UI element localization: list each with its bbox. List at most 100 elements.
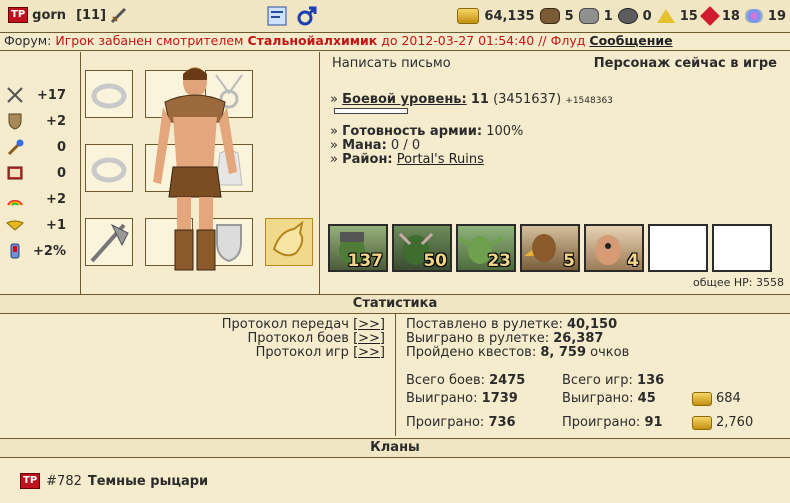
ore-icon bbox=[578, 8, 599, 24]
statistics-panel: Поставлено в рулетке: 40,150 Выиграно в … bbox=[396, 314, 790, 436]
district-row: » Район: Portal's Ruins bbox=[330, 152, 484, 167]
army-ready-row: » Готовность армии: 100% bbox=[330, 124, 524, 139]
protocol-games: Протокол игр [>>] bbox=[255, 345, 385, 360]
res-mercury: 0 bbox=[642, 8, 652, 24]
army-unit-orc-chieftain[interactable]: 137 bbox=[328, 224, 388, 272]
gold-icon bbox=[692, 391, 712, 406]
army-unit-orc-warrior[interactable]: 50 bbox=[392, 224, 452, 272]
pegasus-icon bbox=[272, 220, 304, 257]
clans-header: Кланы bbox=[0, 438, 790, 458]
axe-icon bbox=[90, 223, 129, 263]
battles-won: Выиграно: 1739 bbox=[406, 391, 518, 406]
forum-ban-line: Форум: Игрок забанен смотрителем Стально… bbox=[0, 33, 790, 51]
bullet-icon: » bbox=[330, 124, 338, 139]
clan-id[interactable]: #782 bbox=[46, 474, 82, 489]
res-ore: 1 bbox=[603, 8, 613, 24]
mana-row: » Мана: 0 / 0 bbox=[330, 138, 421, 153]
roulette-bet: Поставлено в рулетке: 40,150 bbox=[406, 317, 618, 332]
army-unit-goblin[interactable]: 23 bbox=[456, 224, 516, 272]
ring-icon bbox=[91, 157, 127, 183]
army-unit-cyclops[interactable]: 4 bbox=[584, 224, 644, 272]
res-sulfur: 15 bbox=[679, 8, 698, 24]
crystal-icon bbox=[699, 6, 720, 26]
battles-total: Всего боев: 2475 bbox=[406, 373, 526, 388]
res-gold: 64,135 bbox=[484, 8, 535, 24]
district-link[interactable]: Portal's Ruins bbox=[397, 152, 484, 167]
total-hp: общее HP: 3558 bbox=[692, 276, 784, 289]
moderator-name[interactable]: Стальнойалхимик bbox=[247, 33, 377, 48]
gold-icon bbox=[692, 415, 712, 430]
army-slot-empty bbox=[648, 224, 708, 272]
games-total: Всего игр: 136 bbox=[562, 373, 665, 388]
ban-until: до 2012-03-27 01:54:40 // Флуд bbox=[381, 33, 586, 48]
combat-level-value: 11 bbox=[470, 92, 489, 107]
initiative-icon bbox=[10, 243, 20, 259]
games-lost: Проиграно: 91 bbox=[562, 415, 663, 430]
stat-luck: +2 bbox=[6, 188, 76, 210]
combat-level-row: » Боевой уровень: 11 (3451637) +1548363 bbox=[330, 92, 613, 107]
bullet-icon: » bbox=[330, 138, 338, 153]
clan-badge[interactable]: TP bbox=[20, 473, 41, 489]
army-unit-griffin[interactable]: 5 bbox=[520, 224, 580, 272]
army-slots: 137 50 23 5 4 bbox=[328, 224, 772, 272]
stat-knowledge: 0 bbox=[6, 162, 76, 184]
online-status: Персонаж сейчас в игре bbox=[593, 56, 777, 71]
gold-won: 684 bbox=[692, 391, 741, 406]
mercury-icon bbox=[617, 8, 638, 24]
protocol-games-link[interactable]: [>>] bbox=[353, 345, 385, 360]
info-panel: Написать письмо Персонаж сейчас в игре »… bbox=[320, 52, 790, 294]
protocol-transfers-link[interactable]: [>>] bbox=[353, 317, 385, 332]
stats-panel: +17 +2 0 0 +2 +1 +2% bbox=[0, 52, 81, 294]
spellpower-icon bbox=[7, 139, 24, 156]
stat-morale: +1 bbox=[6, 214, 76, 236]
resources: 64,135 5 1 0 15 18 19 bbox=[457, 6, 786, 26]
clan-row: TP #782 Темные рыцари bbox=[20, 473, 208, 489]
equipment-panel bbox=[81, 52, 320, 294]
statistics-header: Статистика bbox=[0, 294, 790, 314]
combat-level-label[interactable]: Боевой уровень: bbox=[342, 92, 467, 107]
player-nick: gorn bbox=[32, 7, 67, 23]
write-letter-link[interactable]: Написать письмо bbox=[332, 56, 451, 71]
tp-badge[interactable]: TP bbox=[8, 7, 29, 23]
combat-exp-need: +1548363 bbox=[565, 96, 613, 106]
gold-icon bbox=[457, 8, 480, 24]
res-crystal: 18 bbox=[721, 8, 740, 24]
gold-lost: 2,760 bbox=[692, 415, 753, 430]
res-wood: 5 bbox=[564, 8, 574, 24]
top-bar: TP gorn [11] 64,135 5 1 0 15 18 19 bbox=[0, 0, 790, 33]
bullet-icon: » bbox=[330, 92, 338, 107]
army-slot-empty bbox=[712, 224, 772, 272]
forum-prefix: Форум: bbox=[4, 33, 52, 48]
ring-icon bbox=[91, 83, 127, 109]
combat-exp: (3451637) bbox=[493, 92, 562, 107]
male-icon bbox=[297, 6, 317, 26]
slot-ring-2[interactable] bbox=[85, 144, 133, 192]
protocol-battles-link[interactable]: [>>] bbox=[353, 331, 385, 346]
sulfur-icon bbox=[656, 9, 675, 23]
wood-icon bbox=[539, 8, 560, 24]
stat-initiative: +2% bbox=[6, 240, 76, 262]
stat-spellpower: 0 bbox=[6, 136, 76, 158]
slot-weapon[interactable] bbox=[85, 218, 133, 266]
battles-lost: Проиграно: 736 bbox=[406, 415, 516, 430]
hero-figure bbox=[153, 67, 237, 271]
clan-name[interactable]: Темные рыцари bbox=[88, 474, 208, 489]
ban-message-link[interactable]: Сообщение bbox=[589, 33, 672, 48]
sword-icon bbox=[110, 7, 127, 24]
protocols-panel: Протокол передач [>>] Протокол боев [>>]… bbox=[0, 314, 396, 436]
scroll-icon[interactable] bbox=[266, 5, 288, 27]
res-gems: 19 bbox=[767, 8, 786, 24]
stat-attack: +17 bbox=[6, 84, 76, 106]
knowledge-icon bbox=[7, 166, 23, 180]
ban-text: Игрок забанен смотрителем bbox=[55, 33, 244, 48]
morale-icon bbox=[6, 220, 24, 231]
slot-ring-1[interactable] bbox=[85, 70, 133, 118]
slot-artifact[interactable] bbox=[265, 218, 313, 266]
protocol-battles: Протокол боев [>>] bbox=[247, 331, 385, 346]
bullet-icon: » bbox=[330, 152, 338, 167]
games-won: Выиграно: 45 bbox=[562, 391, 656, 406]
roulette-won: Выиграно в рулетке: 26,387 bbox=[406, 331, 604, 346]
protocol-transfers: Протокол передач [>>] bbox=[221, 317, 385, 332]
defense-icon bbox=[8, 113, 22, 130]
gems-icon bbox=[744, 9, 763, 23]
